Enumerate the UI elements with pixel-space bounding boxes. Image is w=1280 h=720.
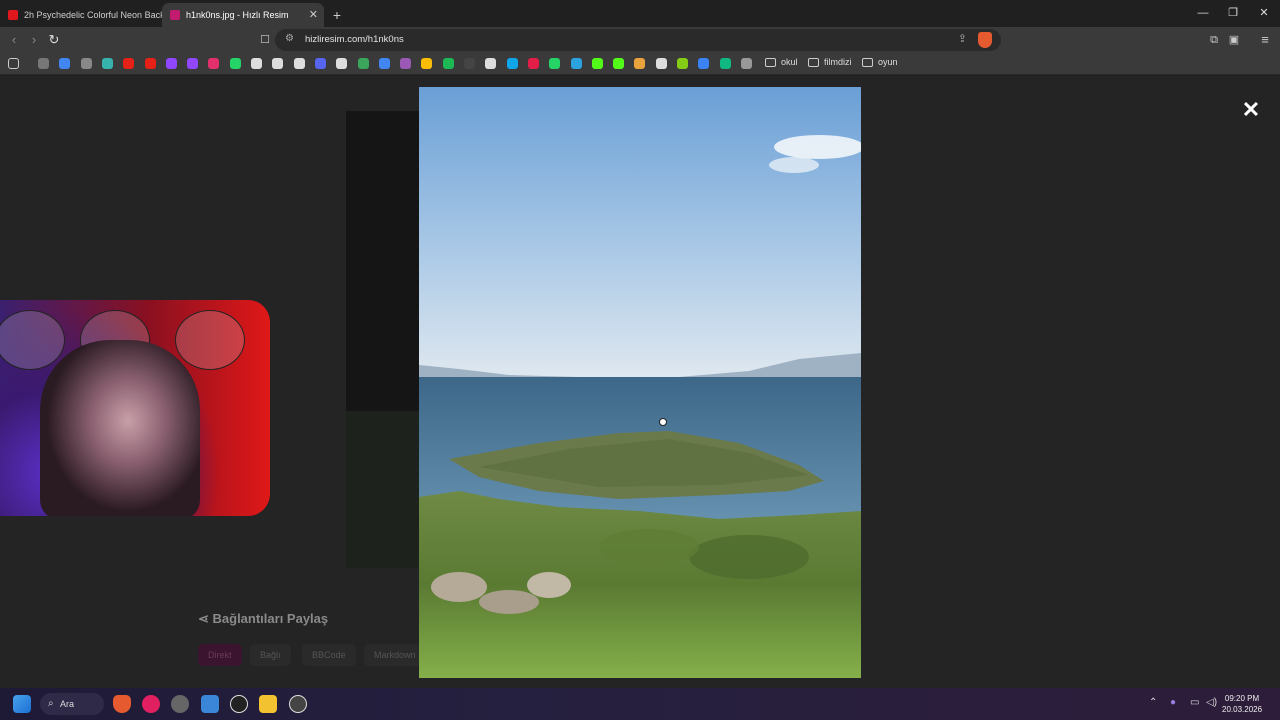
bookmark-icon[interactable] (634, 58, 646, 69)
bookmark-icon[interactable] (570, 58, 582, 69)
restore-button[interactable]: ❐ (1218, 0, 1248, 27)
bookmark-icon[interactable] (144, 58, 156, 69)
share-tab-linked[interactable]: Bağlı (250, 644, 291, 666)
bookmark-icon[interactable] (677, 58, 688, 69)
volume-icon[interactable]: ◁) (1206, 697, 1217, 708)
bookmark-icon[interactable] (613, 58, 625, 69)
tray-overflow-icon[interactable]: ⌃ (1149, 697, 1157, 708)
tab-title: h1nk0ns.jpg - Hızlı Resim (186, 10, 289, 20)
bookmark-icon[interactable] (400, 58, 412, 69)
system-clock[interactable]: 09:20 PM 20.03.2026 (1222, 693, 1262, 715)
brave-taskbar-icon[interactable] (113, 695, 131, 713)
tapestry-face (0, 310, 65, 370)
bookmark-icon[interactable] (187, 58, 199, 69)
bookmarks-bar: okul filmdizi oyun (0, 53, 1280, 75)
bookmark-folder-filmdizi[interactable]: filmdizi (808, 57, 852, 67)
address-text[interactable]: hizliresim.com/h1nk0ns (305, 34, 404, 45)
folder-icon (765, 57, 776, 67)
windows-start-icon[interactable] (13, 695, 31, 713)
taskbar: ⌕ Ara ⌃ ● ▭ ◁) 09:20 PM 20.03.2026 (0, 688, 1280, 720)
taskbar-search[interactable]: ⌕ Ara (40, 693, 104, 715)
bookmark-icon[interactable] (378, 58, 390, 69)
wallet-icon[interactable]: ▣ (1225, 31, 1243, 49)
tapestry-face (175, 310, 245, 370)
bookmark-icon[interactable] (485, 58, 497, 69)
bookmark-icon[interactable] (229, 58, 241, 69)
photos-icon[interactable] (201, 695, 219, 713)
bookmark-icon[interactable] (442, 58, 454, 69)
forward-button[interactable]: › (25, 31, 43, 49)
bookmark-icon[interactable] (165, 58, 177, 69)
landscape-photo (419, 87, 861, 678)
bookmark-icon[interactable] (208, 58, 220, 69)
bookmark-icon[interactable] (272, 58, 284, 69)
lightbox-image[interactable] (419, 87, 861, 678)
search-icon: ⌕ (48, 698, 54, 709)
close-tab-icon[interactable]: ✕ (309, 8, 318, 21)
app-icon[interactable] (171, 695, 189, 713)
zoom-cursor-icon (659, 418, 667, 426)
new-tab-button[interactable]: + (326, 3, 348, 27)
close-window-button[interactable]: ✕ (1249, 0, 1279, 27)
share-icon[interactable]: ⇪ (958, 32, 967, 45)
toolbar: ‹ › ↻ ☐ ⚙ hizliresim.com/h1nk0ns ⇪ ⧉ ▣ ≡ (0, 27, 1280, 53)
apps-grid-icon[interactable] (8, 58, 19, 69)
address-bar[interactable]: ⚙ hizliresim.com/h1nk0ns ⇪ (275, 29, 1001, 51)
tab-hizliresim[interactable]: h1nk0ns.jpg - Hızlı Resim ✕ (162, 3, 324, 27)
bookmark-icon[interactable] (101, 58, 113, 69)
bookmark-icon[interactable] (293, 58, 305, 69)
background-image-preview (346, 111, 420, 568)
bookmark-icon[interactable] (464, 58, 475, 69)
bookmark-icon[interactable] (655, 58, 667, 69)
folder-icon (862, 57, 873, 67)
bookmark-folder-oyun[interactable]: oyun (862, 57, 898, 67)
share-tab-bbcode[interactable]: BBCode (302, 644, 356, 666)
site-settings-icon[interactable]: ⚙ (285, 33, 294, 44)
bookmark-icon[interactable] (591, 58, 603, 69)
reload-button[interactable]: ↻ (45, 31, 63, 49)
extensions-icon[interactable]: ⧉ (1205, 31, 1223, 49)
person (40, 340, 200, 516)
bookmark-icon[interactable] (719, 58, 731, 69)
minimize-button[interactable]: — (1188, 0, 1218, 27)
bookmark-icon[interactable] (527, 58, 539, 69)
bookmark-icon[interactable] (740, 58, 752, 69)
youtube-icon (8, 10, 18, 20)
brave-shield-icon[interactable] (978, 32, 992, 48)
tab-strip: 2h Psychedelic Colorful Neon Backgr h1nk… (0, 0, 1280, 27)
share-tab-markdown[interactable]: Markdown (364, 644, 426, 666)
bookmark-icon[interactable] (549, 58, 561, 69)
network-icon[interactable]: ▭ (1190, 697, 1199, 708)
app-icon[interactable] (289, 695, 307, 713)
tab-youtube[interactable]: 2h Psychedelic Colorful Neon Backgr (0, 3, 162, 27)
app-icon[interactable] (230, 695, 248, 713)
hizliresim-icon (170, 10, 180, 20)
back-button[interactable]: ‹ (5, 31, 23, 49)
bookmark-icon[interactable] (336, 58, 348, 69)
bookmark-icon[interactable] (251, 58, 262, 69)
bookmark-folder-okul[interactable]: okul (765, 57, 798, 67)
share-tab-direct[interactable]: Direkt (198, 644, 242, 666)
webcam-overlay (0, 300, 270, 516)
share-links-heading: ⋖ Bağlantıları Paylaş (198, 611, 329, 626)
bookmark-icon[interactable] (38, 58, 49, 69)
close-lightbox-button[interactable]: ✕ (1239, 98, 1263, 122)
bookmark-icon[interactable] (421, 58, 433, 69)
bookmark-icon[interactable] (314, 58, 326, 69)
file-explorer-icon[interactable] (259, 695, 277, 713)
folder-icon (808, 57, 819, 67)
bookmark-icon[interactable] (506, 58, 518, 69)
microphone-icon[interactable]: ● (1170, 697, 1176, 708)
bookmark-icon[interactable] (357, 58, 369, 69)
bookmark-page-icon[interactable]: ☐ (256, 31, 274, 49)
page-content: ⋖ Bağlantıları Paylaş Direkt Bağlı BBCod… (0, 76, 1280, 688)
bookmark-icon[interactable] (123, 58, 135, 69)
bookmark-icon[interactable] (59, 58, 71, 69)
bookmark-icon[interactable] (80, 58, 92, 69)
bookmark-icon[interactable] (698, 58, 710, 69)
tab-title: 2h Psychedelic Colorful Neon Backgr (24, 10, 162, 20)
share-icon: ⋖ (198, 611, 213, 626)
menu-icon[interactable]: ≡ (1256, 31, 1274, 49)
media-player-icon[interactable] (142, 695, 160, 713)
